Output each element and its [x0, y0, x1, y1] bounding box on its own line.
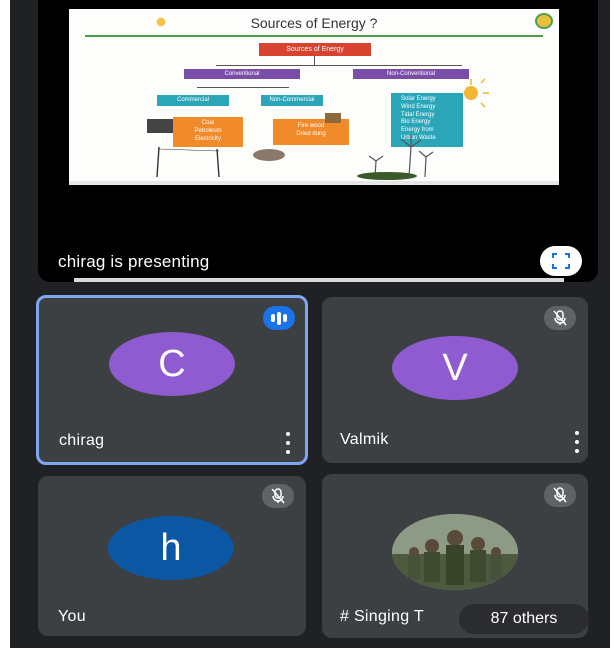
- slide-controls-bar: [74, 278, 564, 282]
- avatar: C: [109, 332, 235, 396]
- fullscreen-icon: [552, 253, 570, 269]
- avatar: h: [108, 516, 234, 580]
- presenter-label: chirag is presenting: [58, 252, 210, 271]
- coal-illustration: [147, 119, 173, 133]
- sun-illustration: [464, 78, 489, 108]
- power-tower-illustration: [156, 146, 220, 178]
- mic-off-icon: [544, 483, 576, 507]
- more-options-icon[interactable]: [285, 432, 291, 454]
- dung-illustration: [253, 149, 285, 161]
- mic-off-icon: [262, 484, 294, 508]
- participant-tile-you[interactable]: h You: [38, 476, 306, 636]
- ground-illustration: [357, 172, 417, 180]
- slide-footer: [69, 181, 559, 185]
- participant-name: You: [58, 608, 86, 625]
- slide-illustrations: [147, 78, 489, 180]
- participant-name: chirag: [59, 432, 105, 449]
- more-options-icon[interactable]: [574, 431, 580, 453]
- fullscreen-button[interactable]: [540, 246, 582, 276]
- mic-off-icon: [544, 306, 576, 330]
- participant-name: Valmik: [340, 431, 389, 448]
- wind-turbine-illustration: [368, 135, 434, 178]
- soldiers-photo: [392, 514, 518, 590]
- speaking-indicator-icon: [263, 306, 295, 330]
- participant-tile-valmik[interactable]: V Valmik: [322, 297, 588, 463]
- avatar: V: [392, 336, 518, 400]
- firewood-illustration: [325, 113, 341, 123]
- participant-name: # Singing T: [340, 608, 424, 625]
- participant-tile-chirag[interactable]: C chirag: [36, 295, 308, 465]
- meeting-window: Sources of Energy ? Sources of Energy Co…: [10, 0, 610, 648]
- shared-slide: Sources of Energy ? Sources of Energy Co…: [69, 9, 559, 185]
- presentation-tile[interactable]: Sources of Energy ? Sources of Energy Co…: [38, 0, 598, 282]
- avatar-photo: [392, 514, 518, 590]
- others-button[interactable]: 87 others: [459, 604, 589, 634]
